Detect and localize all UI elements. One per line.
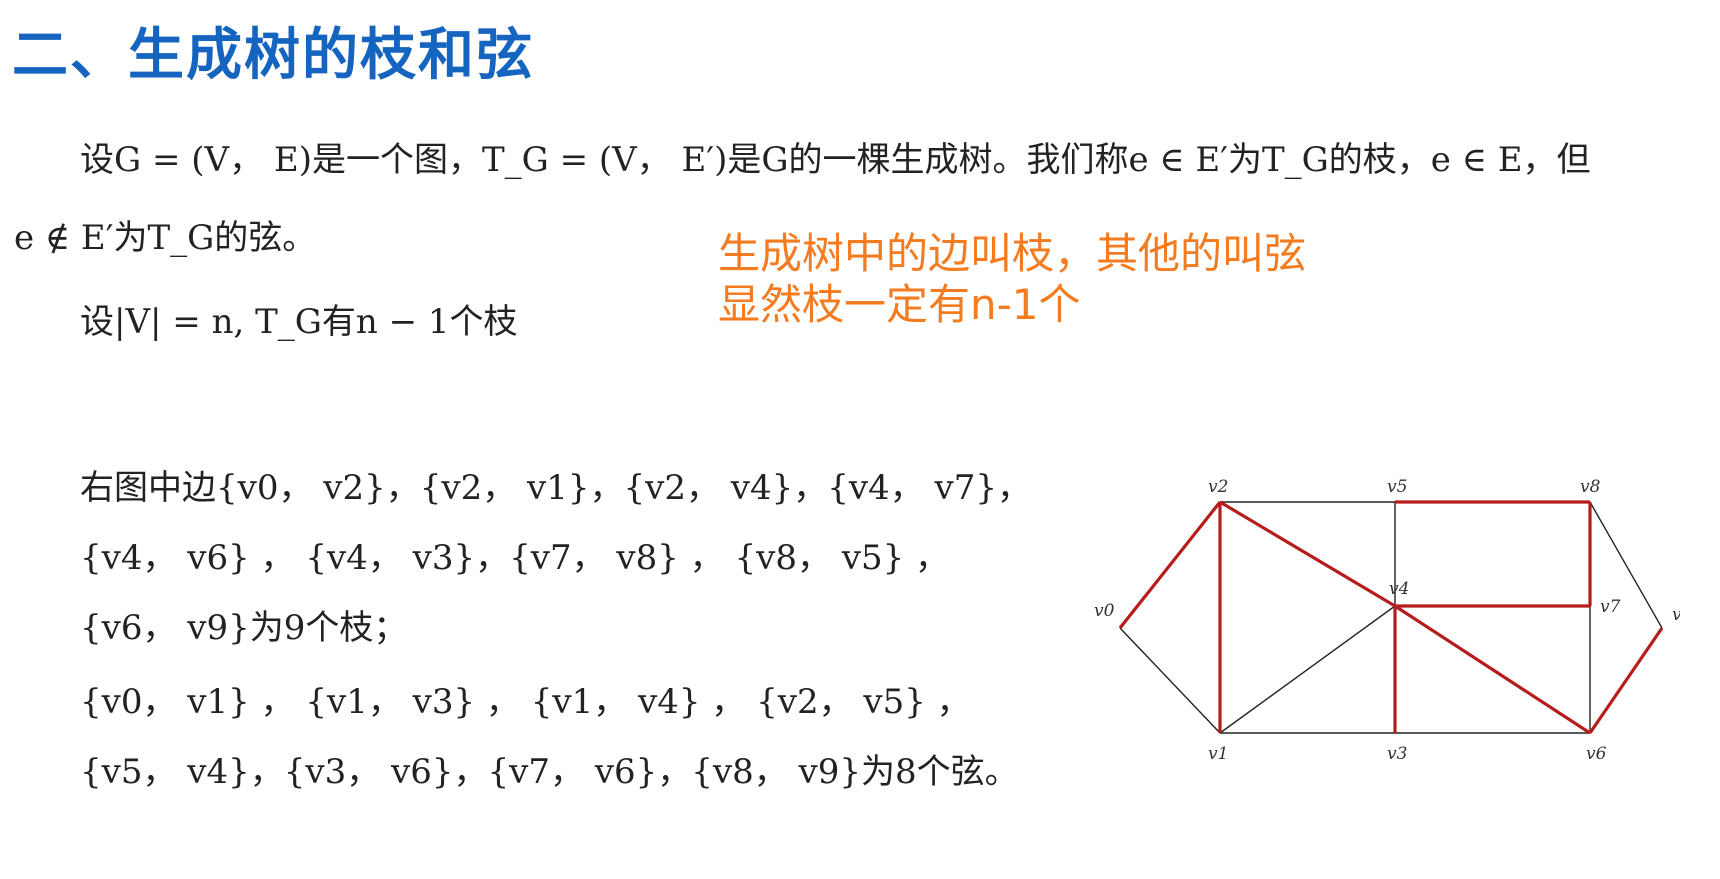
chord-edge-v1-v4 [1219,605,1396,734]
definition-line-2: e ∉ E′为T_G的弦。 [14,218,317,258]
page-title: 二、生成树的枝和弦 [12,23,534,88]
branch-edge-v2-v4 [1219,500,1396,608]
vertex-label-v5: v5 [1387,477,1407,497]
vertex-label-v8: v8 [1580,477,1601,497]
branch-edge-v0-v2 [1118,501,1222,629]
annotation-line-1: 生成树中的边叫枝，其他的叫弦 [718,229,1307,278]
vertex-label-v3: v3 [1387,744,1407,764]
annotation-note: 生成树中的边叫枝，其他的叫弦 显然枝一定有n-1个 [718,228,1306,330]
edge-count-statement: 设|V| = n, T_G有n − 1个枝 [80,302,518,342]
example-line-4: {v0， v1} ， {v1， v3} ， {v1， v4} ， {v2， v5… [80,682,971,722]
spanning-tree-graph: v0 v1 v2 v3 v4 v5 v6 v7 v8 v9 [1094,477,1680,764]
graph-vertex-labels: v0 v1 v2 v3 v4 v5 v6 v7 v8 v9 [1094,477,1680,764]
chord-edge-v0-v1 [1119,627,1221,734]
example-line-3: {v6， v9}为9个枝； [80,608,408,648]
branch-edge-v6-v9 [1588,627,1664,734]
vertex-label-v7: v7 [1600,597,1621,617]
annotation-line-2: 显然枝一定有n-1个 [718,280,1081,330]
example-line-5: {v5， v4}，{v3， v6}，{v7， v6}，{v8， v9}为8个弦。 [80,752,1019,792]
vertex-label-v6: v6 [1586,744,1607,764]
vertex-label-v4: v4 [1389,579,1409,599]
graph-edges [1118,500,1664,735]
vertex-label-v0: v0 [1094,601,1115,621]
vertex-label-v1: v1 [1208,744,1228,764]
definition-line-1: 设G = (V， E)是一个图，T_G = (V， E′)是G的一棵生成树。我们… [80,140,1591,180]
vertex-label-v9: v9 [1672,605,1680,625]
vertex-label-v2: v2 [1208,477,1228,497]
example-line-2: {v4， v6} ， {v4， v3}，{v7， v8} ， {v8， v5} … [80,538,950,578]
branch-edge-v4-v6 [1394,604,1591,735]
example-line-1: 右图中边{v0， v2}，{v2， v1}，{v2， v4}，{v4， v7}， [80,468,1032,508]
